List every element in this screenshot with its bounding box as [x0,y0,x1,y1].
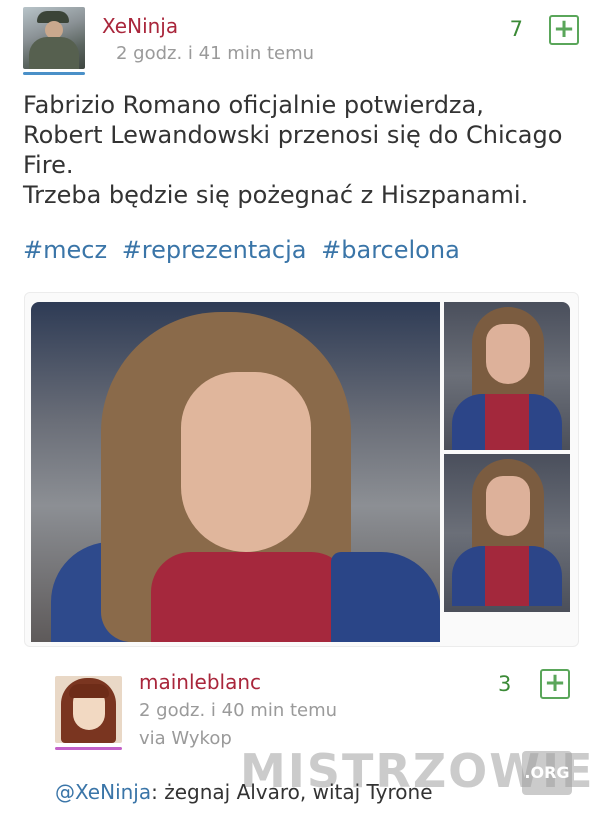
comment-username[interactable]: mainleblanc [139,670,261,694]
comment-text-body: : żegnaj Alvaro, witaj Tyrone [151,780,433,804]
comment-avatar-image [55,676,122,743]
post-tags: #mecz #reprezentacja #barcelona [23,236,467,264]
post-header: XeNinja 2 godz. i 41 min temu 7 + [0,0,600,80]
avatar-underline [23,72,85,75]
tag-link[interactable]: #mecz [23,236,107,264]
comment-avatar[interactable] [55,676,122,750]
tag-link[interactable]: #reprezentacja [122,236,307,264]
post-body-line: Fabrizio Romano oficjalnie potwierdza, [23,91,484,119]
comment-via: via Wykop [139,728,232,749]
embedded-photo-main[interactable] [31,302,440,642]
post-body-line: Fire. [23,151,74,179]
post-timestamp[interactable]: 2 godz. i 41 min temu [116,43,314,64]
watermark-badge: .ORG [522,751,572,795]
post-avatar[interactable] [23,7,85,75]
comment-timestamp[interactable]: 2 godz. i 40 min temu [139,700,337,721]
post-body-line: Robert Lewandowski przenosi się do Chica… [23,121,563,149]
post-upvote-button[interactable]: + [549,15,579,45]
post-body-line: Trzeba będzie się pożegnać z Hiszpanami. [23,181,529,209]
comment-vote-count: 3 [498,672,512,696]
avatar-image [23,7,85,69]
embedded-photo-side-top[interactable] [444,302,570,450]
post-vote-count: 7 [509,17,523,41]
comment-mention-link[interactable]: @XeNinja [55,780,151,804]
embedded-photo-side-bottom[interactable] [444,454,570,612]
comment-avatar-underline [55,747,122,750]
comment-text: @XeNinja: żegnaj Alvaro, witaj Tyrone [55,780,433,804]
comment-upvote-button[interactable]: + [540,669,570,699]
tag-link[interactable]: #barcelona [321,236,460,264]
post-body: Fabrizio Romano oficjalnie potwierdza, R… [23,90,583,210]
post-username[interactable]: XeNinja [102,14,178,38]
